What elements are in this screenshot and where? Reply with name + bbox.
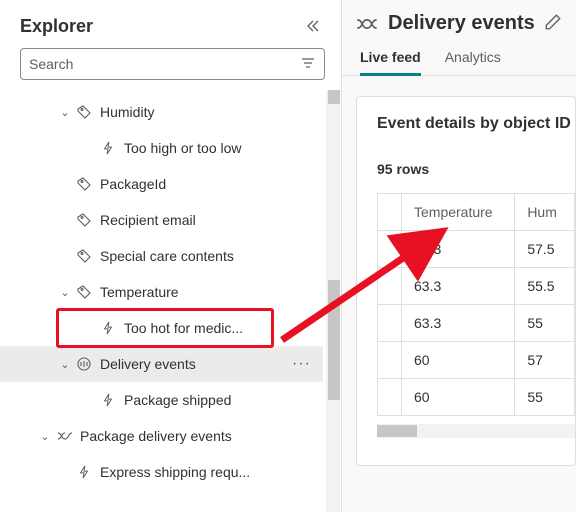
tree-label: PackageId — [100, 176, 315, 192]
tree-item-package-shipped[interactable]: · Package shipped — [0, 382, 323, 418]
search-box[interactable] — [20, 48, 325, 80]
table-row[interactable]: 6055 — [378, 379, 575, 416]
tree-label: Humidity — [100, 104, 315, 120]
table-row[interactable]: 6057 — [378, 342, 575, 379]
chevron-down-icon: ⌄ — [58, 358, 72, 371]
tree-label: Package shipped — [124, 392, 315, 408]
chevron-down-icon: ⌄ — [58, 286, 72, 299]
tree-label: Delivery events — [100, 356, 288, 372]
tree-item-packageid[interactable]: · PackageId — [0, 166, 323, 202]
tree-label: Express shipping requ... — [100, 464, 315, 480]
stream-icon — [76, 356, 92, 372]
tree-label: Package delivery events — [80, 428, 315, 444]
sidebar-title: Explorer — [20, 16, 93, 37]
tree-label: Too high or too low — [124, 140, 315, 156]
table-header-blank — [378, 194, 402, 231]
main-panel: Delivery events Live feed Analytics Even… — [342, 0, 576, 512]
lightning-icon — [76, 464, 92, 480]
horizontal-scrollbar[interactable] — [377, 424, 575, 438]
tag-icon — [76, 176, 92, 192]
edit-icon[interactable] — [544, 13, 562, 34]
tag-icon — [76, 104, 92, 120]
tree-item-too-hot[interactable]: · Too hot for medic... — [0, 310, 323, 346]
search-input[interactable] — [29, 56, 300, 72]
collapse-sidebar-button[interactable] — [301, 14, 325, 38]
lightning-icon — [100, 392, 116, 408]
tree-item-package-delivery-events[interactable]: ⌄ Package delivery events — [0, 418, 323, 454]
tag-icon — [76, 212, 92, 228]
table-row[interactable]: 63.357.5 — [378, 231, 575, 268]
table-row[interactable]: 63.355.5 — [378, 268, 575, 305]
more-button[interactable]: ··· — [288, 355, 315, 373]
chevron-down-icon: ⌄ — [38, 430, 52, 443]
scrollbar-arrow[interactable] — [328, 90, 340, 104]
tree-label: Recipient email — [100, 212, 315, 228]
page-title: Delivery events — [388, 12, 544, 35]
chevron-down-icon: ⌄ — [58, 106, 72, 119]
tree-item-special-care[interactable]: · Special care contents — [0, 238, 323, 274]
tree-item-humidity[interactable]: ⌄ Humidity — [0, 94, 323, 130]
tree-item-express-shipping[interactable]: · Express shipping requ... — [0, 454, 323, 490]
tree-label: Too hot for medic... — [124, 320, 315, 336]
flow-icon — [356, 13, 378, 35]
tree-label: Temperature — [100, 284, 315, 300]
table-header-temperature[interactable]: Temperature — [402, 194, 515, 231]
tree-item-recipient-email[interactable]: · Recipient email — [0, 202, 323, 238]
card-title: Event details by object ID — [377, 115, 575, 133]
scrollbar-thumb[interactable] — [328, 280, 340, 400]
table-row[interactable]: 63.355 — [378, 305, 575, 342]
tree: ⌄ Humidity · Too high or too low · Packa… — [0, 90, 341, 490]
tree-item-delivery-events[interactable]: ⌄ Delivery events ··· — [0, 346, 323, 382]
tag-icon — [76, 284, 92, 300]
lightning-icon — [100, 320, 116, 336]
explorer-sidebar: Explorer ⌄ Humidity — [0, 0, 342, 512]
event-details-card: Event details by object ID 95 rows Tempe… — [356, 96, 576, 466]
scrollbar-thumb[interactable] — [377, 425, 417, 437]
table-header-humidity[interactable]: Hum — [515, 194, 575, 231]
tree-item-too-high-low[interactable]: · Too high or too low — [0, 130, 323, 166]
filter-icon[interactable] — [300, 55, 316, 74]
chevron-double-left-icon — [305, 18, 321, 34]
tag-icon — [76, 248, 92, 264]
tree-label: Special care contents — [100, 248, 315, 264]
row-count: 95 rows — [377, 161, 575, 177]
data-table: Temperature Hum 63.357.5 63.355.5 63.355… — [377, 193, 575, 416]
tab-live-feed[interactable]: Live feed — [360, 49, 421, 75]
lightning-icon — [100, 140, 116, 156]
tab-analytics[interactable]: Analytics — [445, 49, 501, 75]
flow-icon — [56, 428, 72, 444]
tree-item-temperature[interactable]: ⌄ Temperature — [0, 274, 323, 310]
tabs: Live feed Analytics — [342, 41, 576, 76]
